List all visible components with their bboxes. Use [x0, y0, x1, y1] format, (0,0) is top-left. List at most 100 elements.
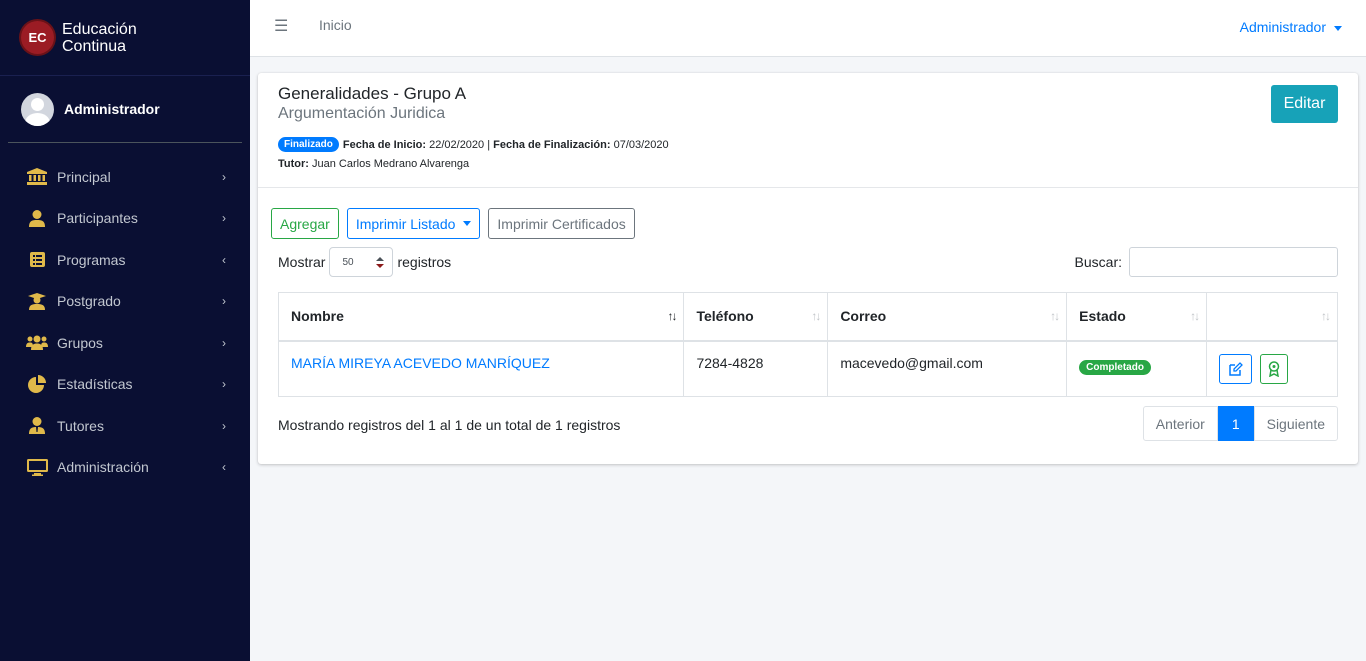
chevron-right-icon: › [222, 377, 226, 392]
toolbar: Agregar Imprimir Listado Imprimir Certif… [271, 208, 643, 239]
sort-icon: ↑↓ [1190, 309, 1200, 323]
tutor-icon [26, 417, 48, 435]
participant-name-link[interactable]: MARÍA MIREYA ACEVEDO MANRÍQUEZ [291, 355, 550, 371]
certificate-icon [1268, 360, 1280, 377]
user-name: Administrador [64, 101, 160, 117]
sidebar-item-label: Administración [57, 459, 149, 476]
column-header-label: Teléfono [696, 308, 754, 325]
sidebar-item-tutores[interactable]: Tutores › [0, 405, 250, 447]
sidebar-item-principal[interactable]: Principal › [0, 156, 250, 198]
length-suffix: registros [397, 254, 452, 270]
graduate-icon [26, 292, 48, 310]
print-list-dropdown[interactable]: Imprimir Listado [346, 208, 481, 239]
chevron-right-icon: › [222, 211, 226, 226]
brand-name: Educación Continua [62, 21, 137, 55]
hamburger-menu-icon[interactable]: ☰ [274, 16, 288, 36]
column-header-estado[interactable]: Estado ↑↓ [1066, 292, 1208, 342]
chevron-left-icon: ‹ [222, 460, 226, 475]
caret-down-icon [1334, 25, 1342, 31]
sort-icon: ↑↓ [811, 309, 821, 323]
sidebar-item-participantes[interactable]: Participantes › [0, 198, 250, 240]
group-card: Generalidades - Grupo A Argumentación Ju… [258, 73, 1358, 464]
length-control: Mostrar 50 registros [278, 247, 451, 277]
monitor-icon [26, 458, 48, 476]
chevron-right-icon: › [222, 418, 226, 433]
tutor-label: Tutor: [278, 158, 309, 170]
page-length-select[interactable]: 50 [329, 247, 394, 277]
sidebar-item-label: Grupos [57, 334, 103, 351]
sidebar-item-label: Principal [57, 168, 111, 185]
cell-status: Completado [1066, 340, 1208, 397]
pagination-previous[interactable]: Anterior [1142, 406, 1218, 441]
user-icon [26, 209, 48, 227]
edit-row-button[interactable] [1219, 354, 1253, 384]
user-menu-dropdown[interactable]: Administrador [1240, 19, 1342, 35]
pagination: Anterior 1 Siguiente [1142, 406, 1338, 441]
add-button[interactable]: Agregar [271, 208, 339, 239]
chevron-right-icon: › [222, 294, 226, 309]
sidebar-item-label: Estadísticas [57, 376, 133, 393]
column-header-actions[interactable]: ↑↓ [1206, 292, 1338, 342]
sidebar-item-postgrado[interactable]: Postgrado › [0, 281, 250, 323]
participants-table: Nombre ↑↓ Teléfono ↑↓ Correo ↑↓ Estado ↑↓ ↑↓… [277, 292, 1338, 397]
pagination-page-1[interactable]: 1 [1217, 406, 1254, 441]
column-header-correo[interactable]: Correo ↑↓ [827, 292, 1068, 342]
search-control: Buscar: [1075, 247, 1338, 277]
start-date-label: Fecha de Inicio: [342, 138, 427, 151]
date-separator: | [487, 138, 491, 151]
chevron-right-icon: › [222, 169, 226, 184]
table-info: Mostrando registros del 1 al 1 de un tot… [278, 417, 621, 433]
sidebar-item-programas[interactable]: Programas ‹ [0, 239, 250, 281]
sidebar-nav: Principal › Participantes › Programas ‹ … [0, 143, 250, 488]
cell-actions [1206, 340, 1338, 397]
brand-line2: Continua [62, 37, 127, 55]
length-prefix: Mostrar [278, 254, 326, 270]
users-icon [26, 334, 48, 352]
user-panel[interactable]: Administrador [8, 76, 242, 143]
card-header: Generalidades - Grupo A Argumentación Ju… [258, 73, 1358, 188]
tutor-name: Juan Carlos Medrano Alvarenga [312, 158, 470, 170]
column-header-nombre[interactable]: Nombre ↑↓ [277, 292, 685, 342]
column-header-label: Estado [1079, 308, 1126, 325]
search-input[interactable] [1129, 247, 1338, 277]
status-badge: Completado [1079, 359, 1151, 375]
sort-ascending-icon: ↑↓ [667, 309, 677, 323]
chevron-right-icon: › [222, 335, 226, 350]
print-list-label: Imprimir Listado [355, 215, 456, 232]
page-subtitle: Argumentación Juridica [278, 105, 446, 122]
nav-link-inicio[interactable]: Inicio [319, 17, 352, 33]
end-date-value: 07/03/2020 [613, 138, 669, 151]
chevron-left-icon: ‹ [222, 252, 226, 267]
start-date-value: 22/02/2020 [429, 138, 485, 151]
cell-email: macevedo@gmail.com [827, 340, 1068, 397]
pagination-next[interactable]: Siguiente [1253, 406, 1338, 441]
sidebar-item-label: Participantes [57, 210, 138, 227]
sidebar-item-estadisticas[interactable]: Estadísticas › [0, 364, 250, 406]
sidebar-item-label: Postgrado [57, 293, 121, 310]
table-row: MARÍA MIREYA ACEVEDO MANRÍQUEZ 7284-4828… [277, 340, 1338, 397]
sidebar: EC Educación Continua Administrador Prin… [0, 0, 250, 661]
bank-icon [26, 168, 48, 186]
cell-phone: 7284-4828 [683, 340, 829, 397]
print-certificates-button[interactable]: Imprimir Certificados [488, 208, 635, 239]
certificate-button[interactable] [1259, 353, 1288, 384]
brand[interactable]: EC Educación Continua [0, 0, 250, 76]
edit-icon [1229, 361, 1243, 376]
table-header-row: Nombre ↑↓ Teléfono ↑↓ Correo ↑↓ Estado ↑↓ ↑↓ [277, 292, 1338, 342]
user-menu-label: Administrador [1239, 19, 1326, 35]
sidebar-item-label: Programas [57, 251, 126, 268]
top-navbar: ☰ Inicio Administrador [250, 0, 1366, 57]
cell-name: MARÍA MIREYA ACEVEDO MANRÍQUEZ [277, 340, 685, 397]
column-header-telefono[interactable]: Teléfono ↑↓ [683, 292, 829, 342]
avatar [21, 92, 54, 126]
status-badge: Finalizado [278, 137, 339, 152]
brand-logo: EC [21, 21, 54, 54]
caret-down-icon [463, 221, 472, 226]
sidebar-item-administracion[interactable]: Administración ‹ [0, 447, 250, 489]
page-title: Generalidades - Grupo A [278, 84, 467, 103]
pie-chart-icon [26, 375, 48, 394]
list-icon [26, 251, 48, 269]
edit-button[interactable]: Editar [1271, 85, 1338, 123]
tutor-info: Tutor: Juan Carlos Medrano Alvarenga [278, 158, 1338, 170]
sidebar-item-grupos[interactable]: Grupos › [0, 322, 250, 364]
